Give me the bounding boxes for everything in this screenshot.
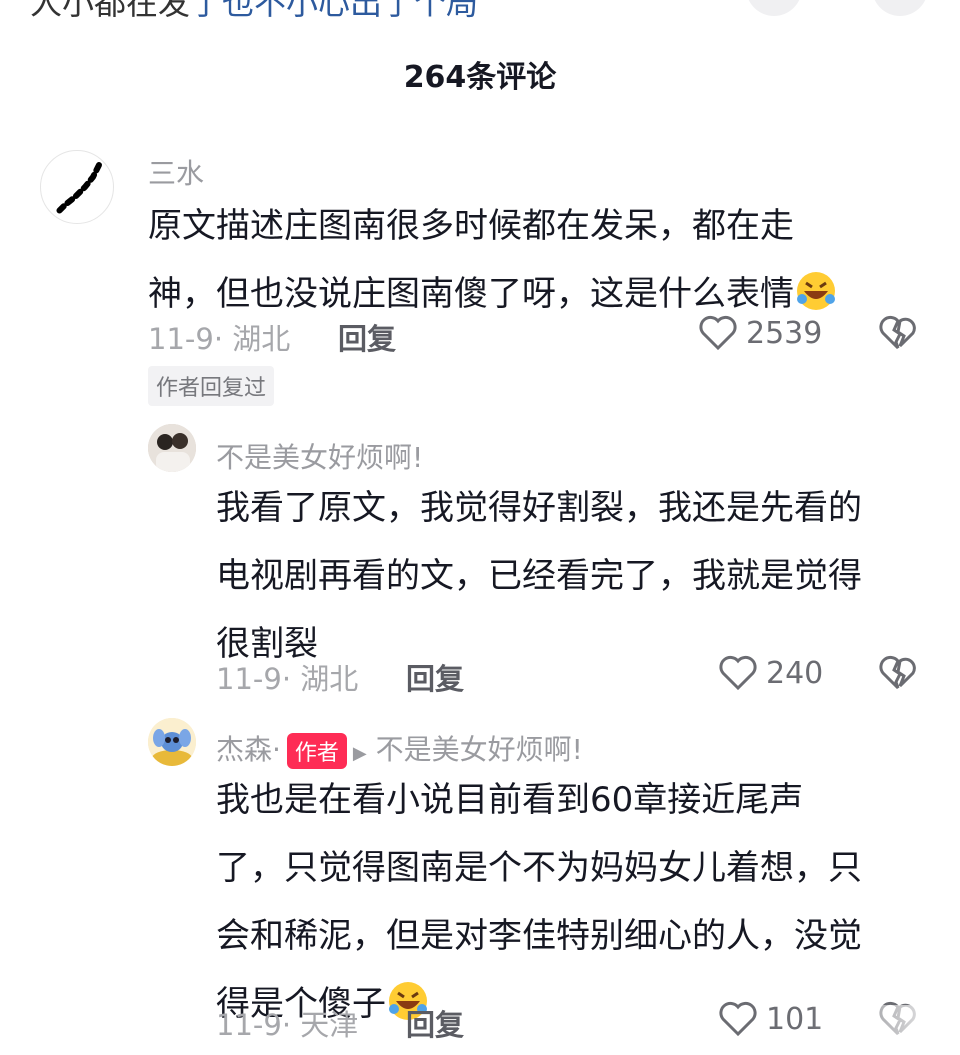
- reply-line: 我看了原文，我觉得好割裂，我还是先看的: [216, 488, 862, 528]
- avatar[interactable]: [148, 718, 196, 766]
- reply-line: 我也是在看小说目前看到60章接近尾声: [216, 780, 804, 820]
- avatar[interactable]: [40, 150, 114, 224]
- heart-icon: [699, 315, 737, 351]
- avatar[interactable]: [148, 424, 196, 472]
- reply-line: 会和稀泥，但是对李佳特别细心的人，没觉: [216, 916, 862, 956]
- heart-icon: [719, 655, 757, 691]
- reply-button[interactable]: 回复: [338, 316, 396, 358]
- broken-heart-icon: [879, 655, 916, 690]
- reply-arrow-icon: ▶: [352, 743, 367, 764]
- cartoon-character-avatar-icon: [148, 718, 196, 766]
- reply-line: 电视剧再看的文，已经看完了，我就是觉得: [216, 556, 862, 596]
- like-button[interactable]: 2539: [698, 314, 822, 352]
- reply-button[interactable]: 回复: [406, 1002, 464, 1044]
- more-button[interactable]: [746, 0, 802, 16]
- comment-line: 神，但也没说庄图南傻了呀，这是什么表情: [148, 274, 794, 314]
- comment-content: 原文描述庄图南很多时候都在发呆，都在走 神，但也没说庄图南傻了呀，这是什么表情: [148, 192, 928, 328]
- previous-header-fragment: 人小都在发了也不小心出了个局: [0, 0, 960, 20]
- rofl-emoji-icon: [794, 268, 838, 312]
- reply-date-location: 11-9· 天津: [216, 1008, 359, 1042]
- comment-author[interactable]: 三水: [148, 152, 204, 192]
- comments-count-title: 264条评论: [403, 60, 557, 95]
- heart-icon: [719, 1001, 757, 1037]
- dislike-button[interactable]: [878, 654, 918, 696]
- reply-content: 我也是在看小说目前看到60章接近尾声 了，只觉得图南是个不为妈妈女儿着想，只 会…: [216, 766, 936, 1038]
- dislike-button[interactable]: [878, 314, 918, 356]
- like-button[interactable]: 101: [718, 1000, 823, 1038]
- reply-button[interactable]: 回复: [406, 656, 464, 698]
- reply-line: 了，只觉得图南是个不为妈妈女儿着想，只: [216, 848, 862, 888]
- author-badge: 作者: [286, 733, 347, 769]
- reply-content: 我看了原文，我觉得好割裂，我还是先看的 电视剧再看的文，已经看完了，我就是觉得 …: [216, 474, 936, 678]
- couple-photo-avatar-icon: [148, 424, 196, 472]
- brush-stroke-avatar-icon: [56, 162, 102, 214]
- like-count: 240: [766, 655, 824, 691]
- header-cut-text: 人小都在发: [30, 0, 191, 20]
- reply-date-location: 11-9· 湖北: [216, 662, 359, 696]
- like-button[interactable]: 240: [718, 654, 823, 692]
- reply-to-user[interactable]: 不是美女好烦啊!: [376, 733, 583, 766]
- author-replied-tag: 作者回复过: [148, 366, 275, 406]
- broken-heart-icon: [879, 315, 916, 350]
- close-button[interactable]: [872, 0, 928, 16]
- comment-date-location: 11-9· 湖北: [148, 322, 291, 356]
- header-cut-link[interactable]: 了也不小心出了个局: [190, 0, 478, 20]
- comment-line: 原文描述庄图南很多时候都在发呆，都在走: [148, 206, 794, 246]
- reply-author[interactable]: 杰森·: [216, 733, 281, 766]
- watermark-overlay: [810, 1005, 950, 1045]
- like-count: 2539: [746, 315, 823, 351]
- reply-author-line: 杰森· 作者 ▶ 不是美女好烦啊!: [216, 728, 583, 769]
- reply-author[interactable]: 不是美女好烦啊!: [216, 436, 423, 476]
